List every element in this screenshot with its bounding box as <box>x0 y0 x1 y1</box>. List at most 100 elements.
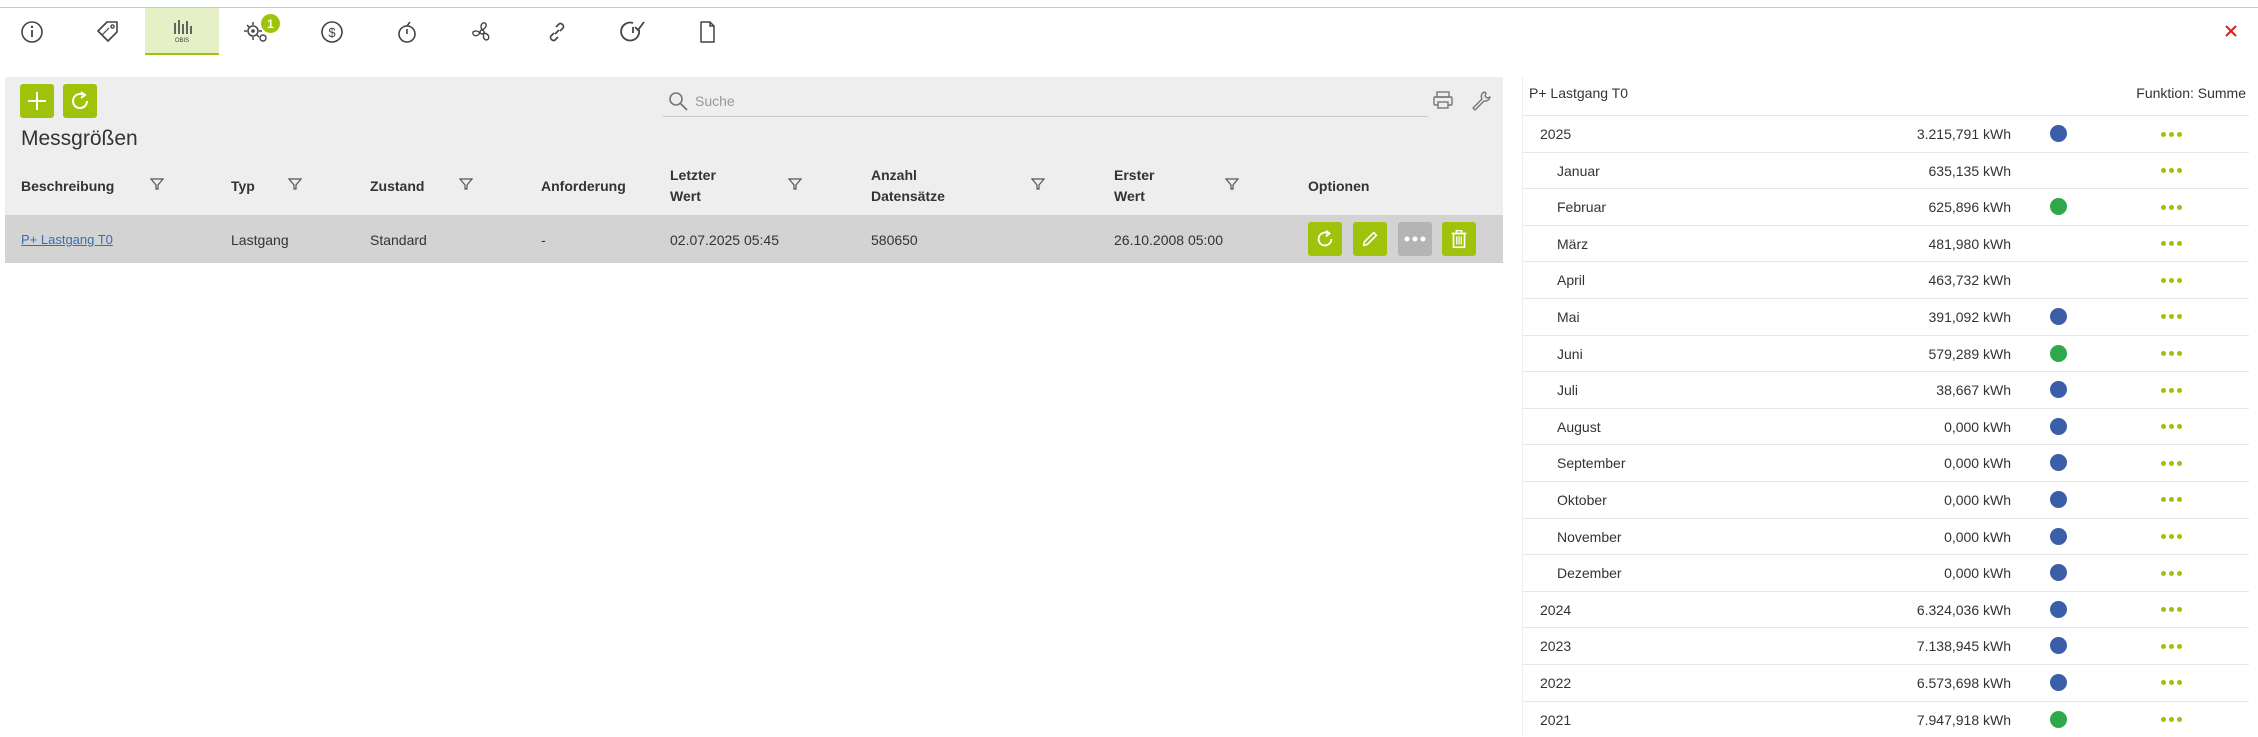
more-options-icon[interactable] <box>2161 127 2185 141</box>
col-zustand[interactable]: Zustand <box>370 176 424 197</box>
more-options-icon[interactable] <box>2161 493 2185 507</box>
list-item[interactable]: 20217.947,918 kWh <box>1523 701 2249 737</box>
more-options-icon[interactable] <box>2161 530 2185 544</box>
list-item[interactable]: 20237.138,945 kWh <box>1523 627 2249 664</box>
timer-icon <box>393 18 421 46</box>
row-refresh-button[interactable] <box>1308 222 1342 256</box>
more-icon <box>1403 235 1427 243</box>
obis-icon: OBIS <box>168 17 196 45</box>
list-item[interactable]: Februar625,896 kWh <box>1523 188 2249 225</box>
tab-document[interactable] <box>670 8 744 55</box>
period-label: 2023 <box>1540 638 1571 654</box>
period-value: 579,289 kWh <box>1929 346 2012 362</box>
more-options-icon[interactable] <box>2161 639 2185 653</box>
list-item[interactable]: April463,732 kWh <box>1523 261 2249 298</box>
search-input[interactable] <box>695 90 1395 112</box>
col-anforderung[interactable]: Anforderung <box>541 176 626 197</box>
tab-virus-gear[interactable]: 1 <box>219 8 293 55</box>
list-item[interactable]: August0,000 kWh <box>1523 408 2249 445</box>
panel-title: Messgrößen <box>21 127 138 151</box>
list-item[interactable]: 2024 6.324,036 kWh <box>1523 591 2249 628</box>
notification-badge: 1 <box>261 14 280 33</box>
print-button[interactable] <box>1430 87 1456 113</box>
col-anzahl-2[interactable]: Datensätze <box>871 186 945 207</box>
filter-icon[interactable] <box>788 177 802 191</box>
refresh-button[interactable] <box>63 84 97 118</box>
list-item[interactable]: Juli38,667 kWh <box>1523 371 2249 408</box>
summary-panel: P+ Lastgang T0 Funktion: Summe 20253.215… <box>1522 77 2248 736</box>
col-erster-wert-1[interactable]: Erster <box>1114 165 1154 186</box>
row-more-button[interactable] <box>1398 222 1432 256</box>
list-item[interactable]: November 0,000 kWh <box>1523 518 2249 555</box>
filter-icon[interactable] <box>1031 177 1045 191</box>
col-letzter-wert-2[interactable]: Wert <box>670 186 701 207</box>
refresh-icon <box>68 89 92 113</box>
summary-title: P+ Lastgang T0 <box>1529 85 1628 101</box>
more-options-icon[interactable] <box>2161 383 2185 397</box>
row-typ: Lastgang <box>231 232 289 248</box>
row-beschreibung-link[interactable]: P+ Lastgang T0 <box>21 232 113 247</box>
more-options-icon[interactable] <box>2161 200 2185 214</box>
list-item[interactable]: 20253.215,791 kWh <box>1523 115 2249 152</box>
list-item[interactable]: Juni 579,289 kWh <box>1523 335 2249 372</box>
more-options-icon[interactable] <box>2161 420 2185 434</box>
info-icon <box>18 18 46 46</box>
tab-tag[interactable] <box>71 8 145 55</box>
more-options-icon[interactable] <box>2161 347 2185 361</box>
period-value: 6.324,036 kWh <box>1917 602 2011 618</box>
period-value: 481,980 kWh <box>1929 236 2012 252</box>
col-erster-wert-2[interactable]: Wert <box>1114 186 1145 207</box>
more-options-icon[interactable] <box>2161 273 2185 287</box>
filter-icon[interactable] <box>1225 177 1239 191</box>
tab-timer[interactable] <box>370 8 444 55</box>
period-label: März <box>1557 236 1588 252</box>
list-item[interactable]: Mai391,092 kWh <box>1523 298 2249 335</box>
list-item[interactable]: Dezember0,000 kWh <box>1523 554 2249 591</box>
period-value: 0,000 kWh <box>1944 565 2011 581</box>
more-options-icon[interactable] <box>2161 164 2185 178</box>
link-icon <box>543 18 571 46</box>
more-options-icon[interactable] <box>2161 566 2185 580</box>
period-value: 0,000 kWh <box>1944 529 2011 545</box>
search-icon <box>667 90 689 112</box>
row-delete-button[interactable] <box>1442 222 1476 256</box>
tag-icon <box>94 18 122 46</box>
row-anforderung: - <box>541 232 546 248</box>
pencil-icon <box>1359 228 1381 250</box>
filter-icon[interactable] <box>288 177 302 191</box>
blue-status-dot-icon <box>2050 381 2067 398</box>
tab-clock-check[interactable] <box>596 8 670 55</box>
col-anzahl-1[interactable]: Anzahl <box>871 165 917 186</box>
tab-link[interactable] <box>520 8 594 55</box>
period-label: April <box>1557 272 1585 288</box>
tab-dollar[interactable]: $ <box>295 8 369 55</box>
filter-icon[interactable] <box>150 177 164 191</box>
col-beschreibung[interactable]: Beschreibung <box>21 176 114 197</box>
more-options-icon[interactable] <box>2161 713 2185 727</box>
period-label: 2024 <box>1540 602 1571 618</box>
filter-icon[interactable] <box>459 177 473 191</box>
settings-button[interactable] <box>1468 87 1494 113</box>
close-button[interactable] <box>2220 20 2242 42</box>
list-item[interactable]: 20226.573,698 kWh <box>1523 664 2249 701</box>
add-button[interactable] <box>20 84 54 118</box>
more-options-icon[interactable] <box>2161 310 2185 324</box>
period-label: November <box>1557 529 1622 545</box>
more-options-icon[interactable] <box>2161 603 2185 617</box>
row-edit-button[interactable] <box>1353 222 1387 256</box>
more-options-icon[interactable] <box>2161 237 2185 251</box>
tab-obis[interactable]: OBIS <box>145 8 219 55</box>
list-item[interactable]: März 481,980 kWh <box>1523 225 2249 262</box>
list-item[interactable]: Oktober0,000 kWh <box>1523 481 2249 518</box>
tab-info[interactable] <box>0 8 69 55</box>
period-label: Oktober <box>1557 492 1607 508</box>
close-icon <box>2224 24 2238 38</box>
list-item[interactable]: September0,000 kWh <box>1523 444 2249 481</box>
more-options-icon[interactable] <box>2161 456 2185 470</box>
more-options-icon[interactable] <box>2161 676 2185 690</box>
col-letzter-wert-1[interactable]: Letzter <box>670 165 716 186</box>
list-item[interactable]: Januar635,135 kWh <box>1523 152 2249 189</box>
tab-fan[interactable] <box>445 8 519 55</box>
period-label: Juni <box>1557 346 1583 362</box>
col-typ[interactable]: Typ <box>231 176 255 197</box>
